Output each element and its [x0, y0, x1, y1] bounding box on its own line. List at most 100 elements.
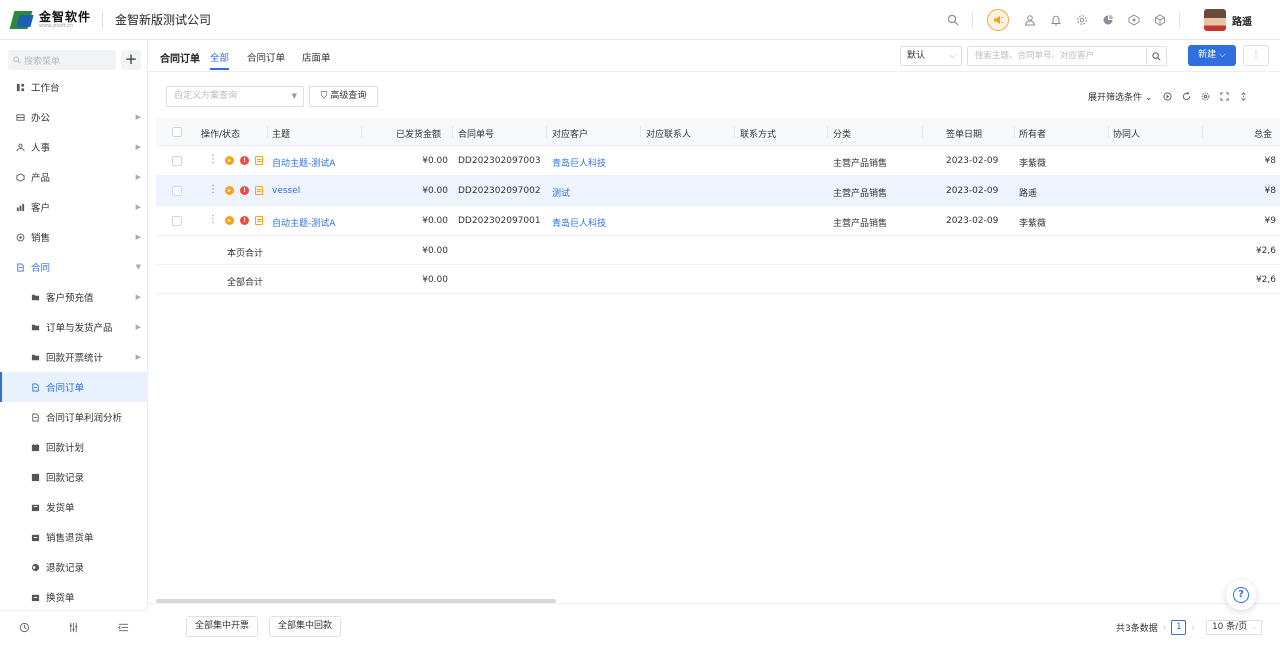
user-menu[interactable]: 路遥	[1204, 9, 1252, 31]
more-actions-button[interactable]: ⋮	[1243, 45, 1269, 66]
tab-contract-orders[interactable]: 合同订单	[247, 50, 285, 64]
expand-filters-toggle[interactable]: 展开筛选条件 ⌄	[1088, 90, 1152, 103]
gear-icon[interactable]	[1074, 12, 1090, 28]
search-input[interactable]: 搜索主题、合同单号、对应客户	[967, 46, 1147, 66]
column-header[interactable]: 分类	[833, 127, 851, 140]
logo[interactable]: 金智软件 www.jzsoft.cn	[9, 9, 98, 31]
sidebar-item[interactable]: 人事 ▶	[0, 132, 148, 162]
subject-link[interactable]: 自动主题-测试A	[272, 216, 335, 229]
column-divider[interactable]	[1014, 126, 1015, 138]
more-vertical-icon[interactable]: ⋮	[208, 215, 218, 225]
customer-link[interactable]: 测试	[552, 186, 570, 199]
sidebar-item[interactable]: 回款计划	[0, 432, 148, 462]
column-header[interactable]: 操作/状态	[201, 127, 240, 140]
announcement-icon[interactable]	[987, 9, 1009, 31]
column-header[interactable]: 签单日期	[946, 127, 982, 140]
column-divider[interactable]	[267, 126, 268, 138]
prev-page-icon[interactable]: ‹	[1163, 623, 1167, 633]
play-icon[interactable]	[1162, 92, 1172, 102]
alert-status-icon[interactable]: !	[240, 155, 249, 165]
table-row[interactable]: ⋮ ▸! vessel ¥0.00 DD202302097002 测试 主营产品销售 2023…	[156, 176, 1280, 206]
row-checkbox[interactable]	[172, 186, 182, 196]
sidebar-item[interactable]: 工作台	[0, 72, 148, 102]
collapse-menu-icon[interactable]	[118, 622, 129, 636]
cube-icon[interactable]	[1152, 12, 1168, 28]
page-number[interactable]: 1	[1171, 620, 1187, 635]
sidebar-item[interactable]: 换货单	[0, 582, 148, 612]
column-header[interactable]: 协同人	[1113, 127, 1140, 140]
global-search-icon[interactable]	[945, 12, 961, 28]
sidebar-item[interactable]: 合同订单利润分析	[0, 402, 148, 432]
search-button[interactable]	[1146, 46, 1167, 66]
column-divider[interactable]	[734, 126, 735, 138]
sidebar-item[interactable]: 合同订单	[0, 372, 148, 402]
play-status-icon[interactable]: ▸	[225, 185, 234, 195]
add-menu-button[interactable]: +	[121, 50, 141, 70]
subject-link[interactable]: vessel	[272, 186, 300, 196]
contacts-icon[interactable]	[1022, 12, 1038, 28]
sidebar-item[interactable]: 订单与发货产品 ▶	[0, 312, 148, 342]
column-header[interactable]: 总金	[1254, 127, 1272, 140]
column-divider[interactable]	[546, 126, 547, 138]
document-status-icon[interactable]	[255, 215, 263, 225]
column-settings-icon[interactable]	[1200, 92, 1210, 102]
sidebar-item[interactable]: 产品 ▶	[0, 162, 148, 192]
sidebar-item[interactable]: 销售 ▶	[0, 222, 148, 252]
sidebar-item[interactable]: 回款记录	[0, 462, 148, 492]
column-header[interactable]: 主题	[272, 127, 290, 140]
bell-icon[interactable]	[1048, 12, 1064, 28]
play-status-icon[interactable]: ▸	[225, 155, 234, 165]
customer-link[interactable]: 青岛巨人科技	[552, 216, 606, 229]
sidebar-item[interactable]: 销售退货单	[0, 522, 148, 552]
customer-link[interactable]: 青岛巨人科技	[552, 156, 606, 169]
sidebar-item[interactable]: 退款记录	[0, 552, 148, 582]
plan-query-select[interactable]: 自定义方案查询 ▼	[166, 86, 304, 107]
column-divider[interactable]	[1108, 126, 1109, 138]
column-header[interactable]: 联系方式	[740, 127, 776, 140]
next-page-icon[interactable]: ›	[1191, 623, 1195, 633]
more-vertical-icon[interactable]: ⋮	[208, 155, 218, 165]
subject-link[interactable]: 自动主题-测试A	[272, 156, 335, 169]
row-height-icon[interactable]	[1238, 92, 1248, 102]
column-divider[interactable]	[1202, 126, 1203, 138]
column-header[interactable]: 所有者	[1019, 127, 1046, 140]
more-vertical-icon[interactable]: ⋮	[208, 185, 218, 195]
play-status-icon[interactable]: ▸	[225, 215, 234, 225]
row-checkbox[interactable]	[172, 156, 182, 166]
alert-status-icon[interactable]: !	[240, 185, 249, 195]
alert-status-icon[interactable]: !	[240, 215, 249, 225]
select-all-checkbox[interactable]	[172, 127, 182, 137]
new-button[interactable]: 新建 ⌵	[1188, 45, 1236, 66]
document-status-icon[interactable]	[255, 185, 263, 195]
column-header[interactable]: 合同单号	[458, 127, 494, 140]
column-header[interactable]: 已发货金额	[396, 127, 441, 140]
sidebar-item[interactable]: 客户 ▶	[0, 192, 148, 222]
menu-search-input[interactable]: 搜索菜单	[8, 50, 116, 70]
column-divider[interactable]	[922, 126, 923, 138]
column-header[interactable]: 对应客户	[552, 127, 588, 140]
settings-sliders-icon[interactable]	[68, 622, 79, 636]
document-status-icon[interactable]	[255, 155, 263, 165]
column-divider[interactable]	[452, 126, 453, 138]
sidebar-item[interactable]: 回款开票统计 ▶	[0, 342, 148, 372]
column-header[interactable]: 对应联系人	[646, 127, 691, 140]
sidebar-item[interactable]: 合同 ▼	[0, 252, 148, 282]
table-row[interactable]: ⋮ ▸! 自动主题-测试A ¥0.00 DD202302097003 青岛巨人科技 主营产品…	[156, 146, 1280, 176]
app-center-icon[interactable]	[1126, 12, 1142, 28]
batch-invoice-button[interactable]: 全部集中开票	[186, 616, 258, 637]
row-checkbox[interactable]	[172, 216, 182, 226]
column-divider[interactable]	[361, 126, 362, 138]
fullscreen-icon[interactable]	[1219, 92, 1229, 102]
column-divider[interactable]	[827, 126, 828, 138]
sidebar-item[interactable]: 办公 ▶	[0, 102, 148, 132]
page-size-select[interactable]: 10 条/页 ⌵	[1205, 620, 1262, 635]
pie-chart-icon[interactable]	[1100, 12, 1116, 28]
table-row[interactable]: ⋮ ▸! 自动主题-测试A ¥0.00 DD202302097001 青岛巨人科技 主营产品…	[156, 206, 1280, 236]
history-icon[interactable]	[19, 622, 30, 636]
tab-store-orders[interactable]: 店面单	[302, 50, 331, 64]
help-button[interactable]: ?	[1226, 580, 1256, 610]
refresh-icon[interactable]	[1181, 92, 1191, 102]
sidebar-item[interactable]: 发货单	[0, 492, 148, 522]
column-divider[interactable]	[640, 126, 641, 138]
advanced-query-button[interactable]: ⛉ 高级查询	[309, 86, 378, 107]
